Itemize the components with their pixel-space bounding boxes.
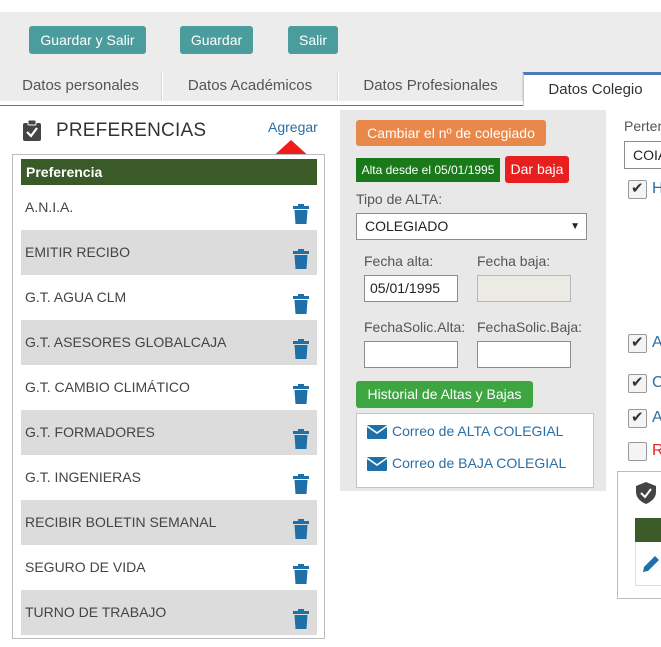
security-table-header — [635, 518, 661, 542]
mail-links-box: Correo de ALTA COLEGIAL Correo de BAJA C… — [356, 413, 594, 488]
tipo-alta-label: Tipo de ALTA: — [356, 191, 443, 207]
trash-icon[interactable] — [293, 377, 309, 404]
dar-baja-button[interactable]: Dar baja — [505, 156, 569, 183]
status-badge: Alta desde el 05/01/1995 — [356, 158, 500, 182]
trash-icon[interactable] — [293, 422, 309, 449]
trash-icon[interactable] — [293, 602, 309, 629]
checkbox-2-label: A — [652, 334, 661, 351]
preference-label: TURNO DE TRABAJO — [25, 604, 167, 620]
mail-alta-label: Correo de ALTA COLEGIAL — [392, 423, 564, 439]
historial-altas-bajas-button[interactable]: Historial de Altas y Bajas — [356, 381, 533, 408]
checkbox-2[interactable] — [628, 333, 647, 353]
clipboard-check-icon — [22, 119, 42, 142]
checkbox-5[interactable] — [628, 442, 647, 461]
checkbox-1-label: H — [652, 180, 661, 197]
envelope-icon — [366, 425, 388, 440]
colegio-panel: Cambiar el nº de colegiado Alta desde el… — [340, 110, 606, 491]
trash-icon[interactable] — [293, 287, 309, 314]
checkbox-5-label: R — [652, 442, 661, 459]
tab-bar: Datos personales Datos Académicos Datos … — [0, 72, 661, 106]
tab-datos-profesionales[interactable]: Datos Profesionales — [339, 72, 523, 101]
tab-datos-academicos[interactable]: Datos Académicos — [163, 72, 338, 101]
list-item: SEGURO DE VIDA — [21, 545, 317, 590]
checkbox-4[interactable] — [628, 408, 647, 428]
preference-label: SEGURO DE VIDA — [25, 559, 146, 575]
envelope-icon — [366, 457, 388, 472]
preference-label: G.T. FORMADORES — [25, 424, 155, 440]
tab-datos-colegio[interactable]: Datos Colegio — [523, 72, 661, 106]
list-item: G.T. CAMBIO CLIMÁTICO — [21, 365, 317, 410]
checkbox-3[interactable] — [628, 373, 647, 393]
column-header-preferencia: Preferencia — [21, 159, 317, 185]
preference-label: G.T. ASESORES GLOBALCAJA — [25, 334, 227, 350]
fecha-solic-alta-label: FechaSolic.Alta: — [364, 319, 466, 335]
list-item: A.N.I.A. — [21, 185, 317, 230]
caret-down-icon: ▼ — [570, 221, 580, 232]
fecha-solic-alta-input[interactable] — [364, 341, 458, 368]
tab-datos-personales[interactable]: Datos personales — [0, 72, 162, 101]
tipo-alta-select[interactable]: COLEGIADO ▼ — [356, 213, 587, 240]
security-panel — [617, 471, 661, 599]
pertenencia-label: Perter — [624, 118, 661, 134]
preference-label: G.T. CAMBIO CLIMÁTICO — [25, 379, 190, 395]
preferences-title: PREFERENCIAS — [56, 120, 207, 141]
list-item: G.T. FORMADORES — [21, 410, 317, 455]
add-preference-link[interactable]: Agregar — [268, 119, 318, 135]
list-item: G.T. ASESORES GLOBALCAJA — [21, 320, 317, 365]
preference-label: RECIBIR BOLETIN SEMANAL — [25, 514, 217, 530]
mail-baja-label: Correo de BAJA COLEGIAL — [392, 455, 567, 471]
list-item: G.T. INGENIERAS — [21, 455, 317, 500]
list-item: G.T. AGUA CLM — [21, 275, 317, 320]
preference-label: G.T. INGENIERAS — [25, 469, 141, 485]
save-and-exit-button[interactable]: Guardar y Salir — [29, 26, 146, 54]
fecha-baja-label: Fecha baja: — [477, 253, 551, 269]
list-item: RECIBIR BOLETIN SEMANAL — [21, 500, 317, 545]
trash-icon[interactable] — [293, 332, 309, 359]
trash-icon[interactable] — [293, 512, 309, 539]
toolbar: Guardar y Salir Guardar Salir — [0, 12, 661, 72]
checkbox-3-label: C — [652, 374, 661, 391]
fecha-alta-label: Fecha alta: — [364, 253, 434, 269]
preference-label: G.T. AGUA CLM — [25, 289, 127, 305]
fecha-solic-baja-input[interactable] — [477, 341, 571, 368]
checkbox-4-label: A — [652, 409, 661, 426]
mail-alta-link[interactable]: Correo de ALTA COLEGIAL — [366, 423, 564, 440]
pencil-icon[interactable] — [641, 554, 661, 579]
change-collegiate-number-button[interactable]: Cambiar el nº de colegiado — [356, 120, 546, 146]
tipo-alta-value: COLEGIADO — [365, 218, 449, 234]
fecha-baja-input — [477, 275, 571, 302]
fecha-alta-input[interactable]: 05/01/1995 — [364, 275, 458, 302]
trash-icon[interactable] — [293, 557, 309, 584]
exit-button[interactable]: Salir — [288, 26, 338, 54]
preferences-table: Preferencia A.N.I.A. EMITIR RECIBO G.T. … — [12, 154, 325, 639]
preference-label: EMITIR RECIBO — [25, 244, 131, 260]
table-row — [635, 542, 661, 586]
tab-underline — [0, 105, 523, 106]
list-item: TURNO DE TRABAJO — [21, 590, 317, 635]
list-item: EMITIR RECIBO — [21, 230, 317, 275]
checkbox-1[interactable] — [628, 179, 647, 199]
preference-label: A.N.I.A. — [25, 199, 74, 215]
fecha-solic-baja-label: FechaSolic.Baja: — [477, 319, 583, 335]
trash-icon[interactable] — [293, 242, 309, 269]
trash-icon[interactable] — [293, 197, 309, 224]
colegio-select[interactable]: COIA — [624, 141, 661, 169]
shield-check-icon — [636, 482, 656, 509]
trash-icon[interactable] — [293, 467, 309, 494]
mail-baja-link[interactable]: Correo de BAJA COLEGIAL — [366, 455, 567, 472]
save-button[interactable]: Guardar — [180, 26, 253, 54]
